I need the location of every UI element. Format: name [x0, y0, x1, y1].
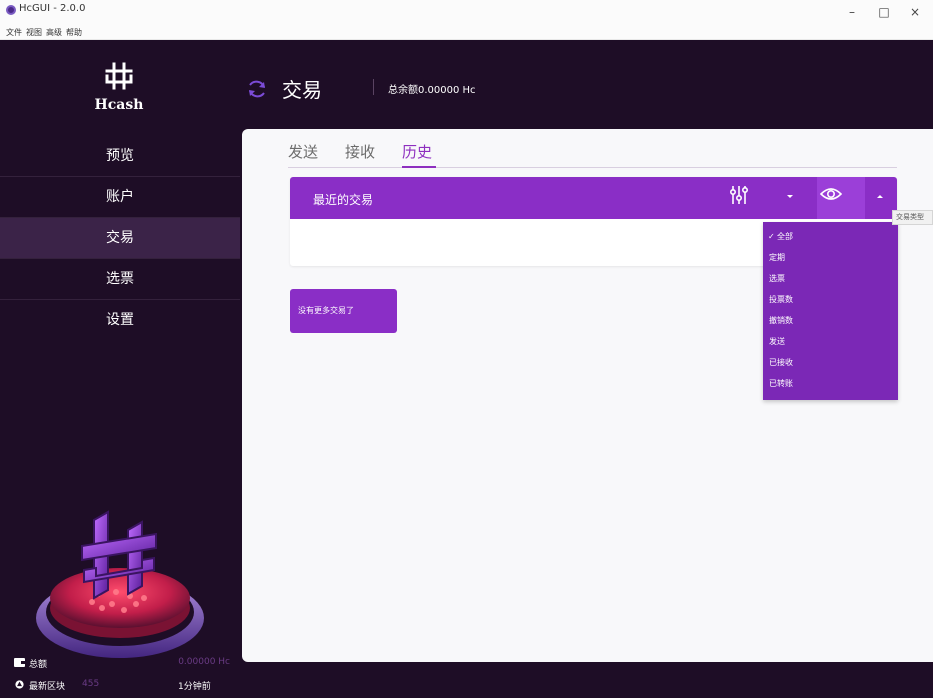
footer-balance: 总额 0.00000 Hc: [0, 655, 240, 673]
menu-help[interactable]: 帮助: [66, 27, 82, 38]
panel-header: 最近的交易: [290, 177, 897, 219]
sidebar-item-accounts[interactable]: 账户: [0, 177, 240, 217]
caret-up-icon[interactable]: [874, 191, 886, 201]
header-divider: [373, 79, 374, 95]
menu-bar: 文件 视图 高级 帮助: [0, 26, 933, 40]
app-logo-icon: [6, 5, 16, 15]
sidebar: Hcash 预览 账户 交易 选票 设置 总额 0.00000 Hc 最新区块 …: [0, 40, 240, 698]
active-tab-indicator: [402, 166, 436, 168]
tab-receive[interactable]: 接收: [345, 141, 375, 162]
filter-option-transferred[interactable]: 已转账: [769, 379, 793, 389]
logo-text: Hcash: [94, 97, 144, 113]
footer-latest-block: 最新区块 455 1分钟前: [0, 677, 240, 695]
page-title: 交易: [282, 78, 322, 102]
sidebar-item-overview[interactable]: 预览: [0, 136, 240, 176]
filter-option-received[interactable]: 已接收: [769, 358, 793, 368]
menu-file[interactable]: 文件: [6, 27, 22, 38]
hcash-logo-icon: [105, 62, 133, 90]
footer-balance-label: 总额: [29, 660, 48, 670]
panel-title: 最近的交易: [313, 193, 374, 207]
filter-option-revoke[interactable]: 撤销数: [769, 316, 793, 326]
menu-view[interactable]: 视图: [26, 27, 42, 38]
hcash-coin-illustration: [36, 510, 204, 658]
filter-option-all[interactable]: 全部: [777, 232, 793, 242]
menu-advanced[interactable]: 高级: [46, 27, 62, 38]
filter-option-vote[interactable]: 投票数: [769, 295, 793, 305]
eye-icon[interactable]: [820, 186, 842, 202]
footer-balance-value: 0.00000 Hc: [178, 657, 230, 667]
tab-baseline: [288, 167, 897, 168]
filter-option-sent[interactable]: 发送: [769, 337, 785, 347]
block-icon: [15, 680, 24, 689]
tab-send[interactable]: 发送: [288, 141, 318, 162]
filter-option-regular[interactable]: 定期: [769, 253, 785, 263]
app-window: HcGUI - 2.0.0 – □ × 文件 视图 高级 帮助 Hcash 预览…: [0, 0, 933, 698]
footer-block-age: 1分钟前: [178, 682, 211, 692]
sliders-icon[interactable]: [729, 184, 749, 206]
sidebar-item-tickets[interactable]: 选票: [0, 259, 240, 299]
maximize-button[interactable]: □: [873, 2, 895, 22]
sidebar-item-settings[interactable]: 设置: [0, 300, 240, 340]
tooltip: 交易类型: [892, 210, 933, 225]
filter-option-ticket[interactable]: 选票: [769, 274, 785, 284]
minimize-button[interactable]: –: [841, 2, 863, 22]
window-title: HcGUI - 2.0.0: [19, 3, 86, 14]
caret-down-icon[interactable]: [784, 191, 796, 201]
no-more-transactions-button[interactable]: 没有更多交易了: [290, 289, 397, 333]
total-balance: 总余额0.00000 Hc: [388, 85, 476, 96]
title-bar: HcGUI - 2.0.0 – □ ×: [0, 0, 933, 26]
wallet-icon: [14, 658, 25, 667]
check-icon: ✓: [768, 232, 775, 241]
refresh-icon[interactable]: [246, 78, 268, 100]
footer-block-height: 455: [82, 679, 100, 689]
sidebar-item-transactions[interactable]: 交易: [0, 218, 240, 258]
footer-block-label: 最新区块: [29, 682, 66, 692]
transaction-type-dropdown: ✓ 全部 定期 选票 投票数 撤销数 发送 已接收 已转账: [763, 222, 898, 400]
tab-history[interactable]: 历史: [402, 141, 432, 162]
close-button[interactable]: ×: [904, 2, 926, 22]
